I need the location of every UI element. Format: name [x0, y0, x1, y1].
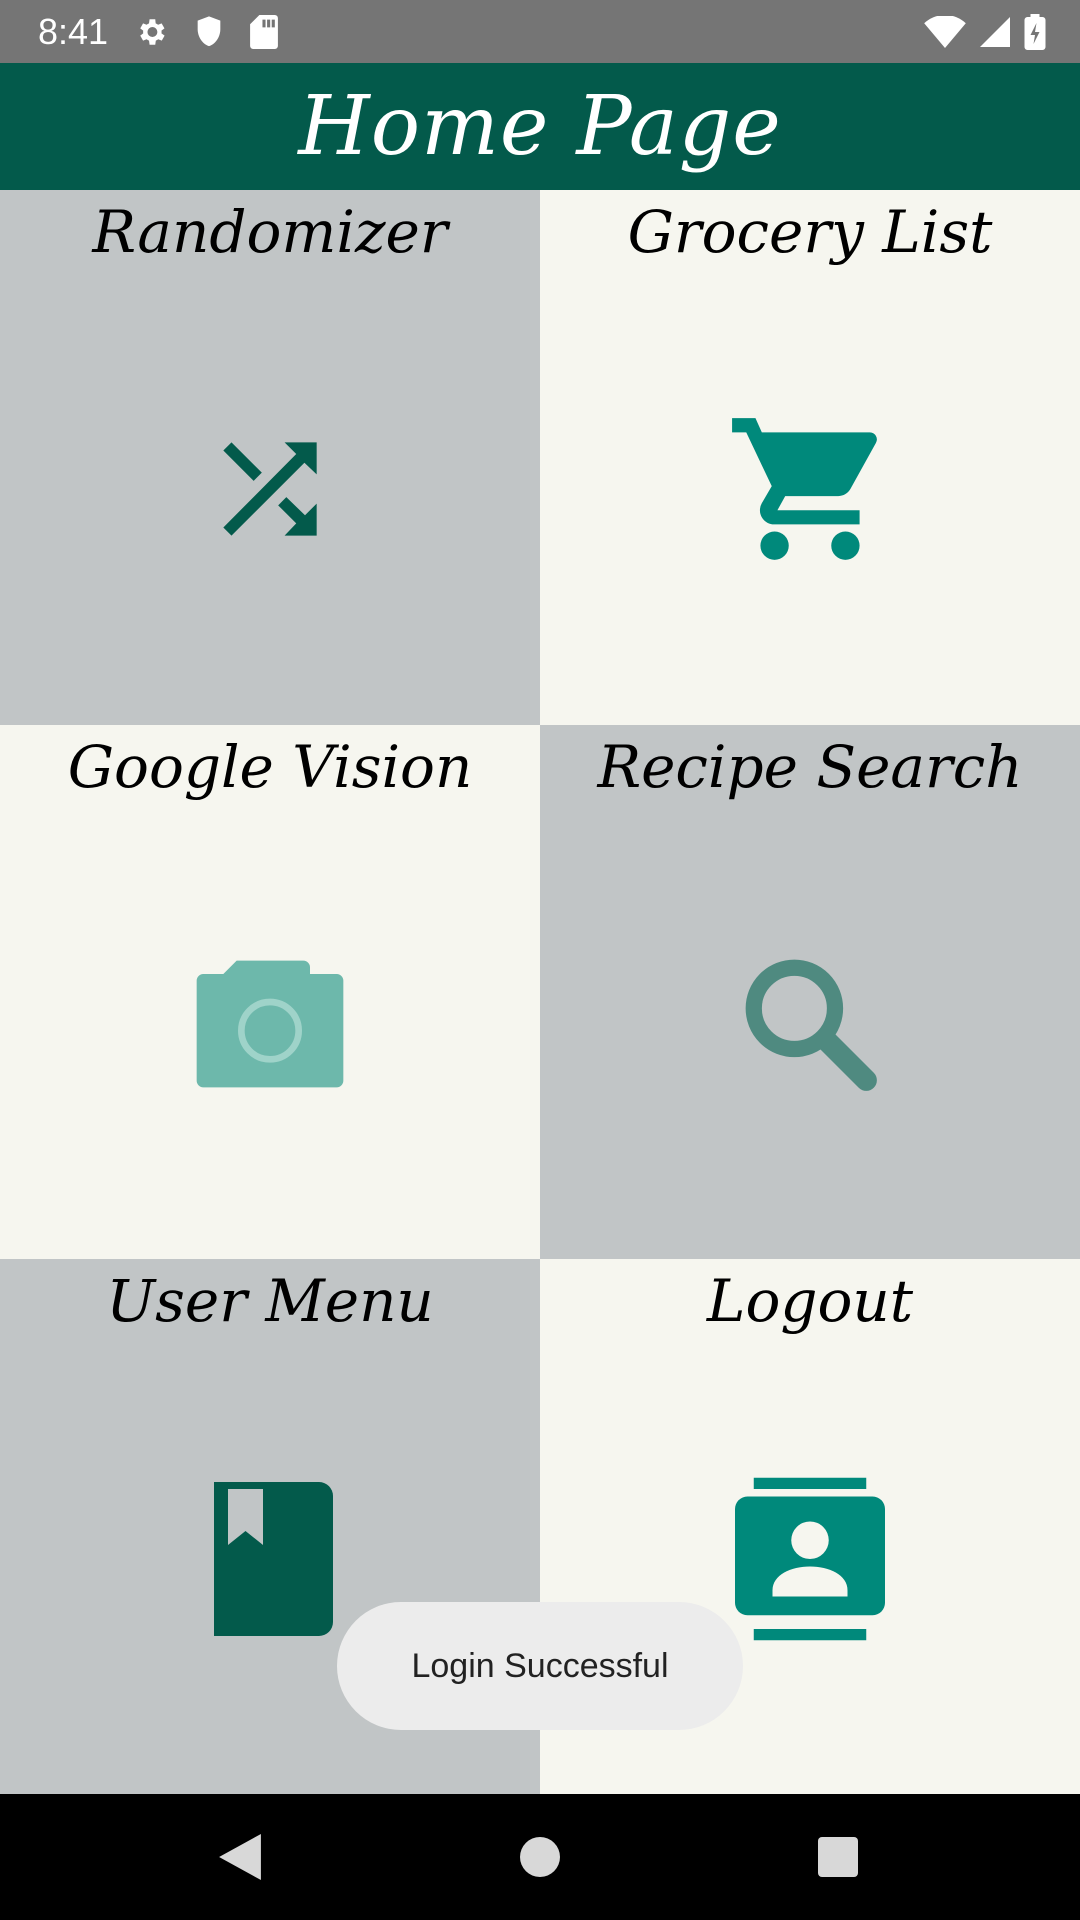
book-icon	[185, 1474, 355, 1644]
status-left: 8:41	[38, 11, 278, 53]
home-icon[interactable]	[520, 1837, 560, 1877]
battery-icon	[1024, 13, 1046, 50]
status-right	[924, 13, 1046, 50]
tile-google-vision[interactable]: Google Vision	[0, 724, 540, 1260]
app-bar: Home Page	[0, 63, 1080, 190]
home-grid: Randomizer Grocery List Google Vision Re…	[0, 190, 1080, 1794]
gear-icon	[134, 15, 168, 49]
shuffle-icon	[185, 404, 355, 574]
status-time: 8:41	[38, 10, 109, 52]
cart-icon	[725, 404, 895, 574]
toast-text: Login Successful	[411, 1646, 669, 1685]
tile-label: Grocery List	[627, 198, 993, 266]
tile-label: Logout	[706, 1267, 914, 1336]
camera-icon	[185, 939, 355, 1109]
status-bar: 8:41	[0, 0, 1080, 63]
toast-message: Login Successful	[337, 1602, 743, 1730]
back-icon[interactable]	[219, 1834, 261, 1880]
signal-icon	[980, 16, 1010, 48]
navigation-bar	[0, 1794, 1080, 1920]
tile-recipe-search[interactable]: Recipe Search	[540, 724, 1080, 1260]
tile-label: Google Vision	[67, 732, 473, 801]
tile-label: User Menu	[106, 1267, 434, 1336]
tile-randomizer[interactable]: Randomizer	[0, 190, 540, 725]
recents-icon[interactable]	[818, 1837, 858, 1877]
tile-label: Recipe Search	[597, 732, 1023, 801]
shield-icon	[194, 15, 224, 49]
search-icon	[725, 939, 895, 1109]
wifi-icon	[924, 15, 966, 48]
tile-label: Randomizer	[92, 198, 448, 266]
sd-card-icon	[250, 14, 278, 49]
page-title: Home Page	[298, 79, 782, 174]
contact-icon	[725, 1474, 895, 1644]
tile-grocery-list[interactable]: Grocery List	[540, 190, 1080, 725]
